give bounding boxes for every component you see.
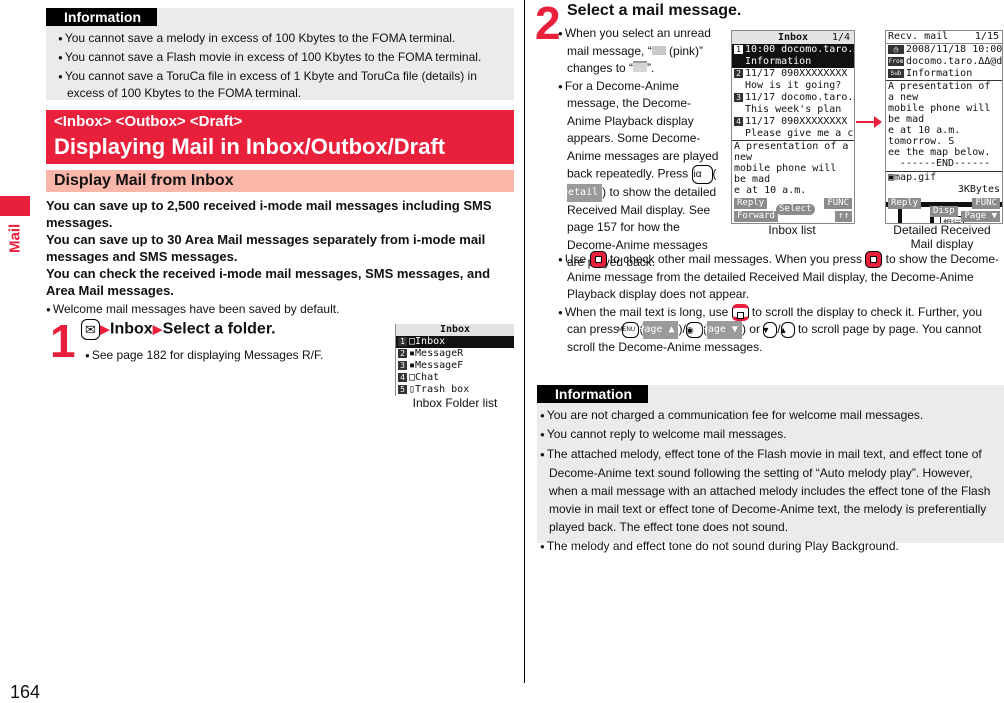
intro-note: Welcome mail messages have been saved by… [46, 301, 516, 318]
left-right-nav-key-icon [589, 251, 607, 269]
menu-key-icon: MENU [618, 321, 640, 338]
left-right-nav-key-icon [865, 251, 883, 269]
subsection-title: Display Mail from Inbox [46, 170, 514, 192]
status-icons: ↑↑ [835, 211, 852, 222]
page-down-softkey[interactable]: Page ▼ [961, 211, 1000, 222]
func-softkey[interactable]: FUNC [972, 198, 1000, 209]
forward-softkey[interactable]: Forward [734, 211, 778, 222]
arrow-icon: ▶ [152, 321, 163, 337]
info-item: You are not charged a communication fee … [537, 407, 1004, 424]
softkey-bar: Reply Forward Select FUNC ↑↑ [732, 197, 854, 223]
step-2-bullets-narrow: When you select an unread mail message, … [546, 25, 722, 272]
unread-mail-pink-icon [651, 45, 666, 55]
section-header-banner: <Inbox> <Outbox> <Draft> Displaying Mail… [46, 110, 514, 164]
intro-text: You can save up to 2,500 received i-mode… [46, 197, 516, 318]
step-1-part1: Inbox [110, 320, 153, 338]
page-up-softkey: Page ▲ [638, 321, 679, 339]
bottom-information-box: Information You are not charged a commun… [537, 385, 1004, 553]
mail-list-item[interactable]: 1 10:00 docomo.taro.ΔΔ Information [732, 44, 854, 68]
chapter-tab-label: Mail [6, 223, 24, 253]
folder-item[interactable]: 1 □Inbox [396, 336, 514, 348]
column-divider [524, 0, 525, 683]
intro-line: You can check the received i-mode mail m… [46, 266, 491, 298]
arrow-icon: ▶ [100, 321, 110, 337]
mail-list-item[interactable]: 4 11/17 090XXXXXXXX Please give me a cal [732, 116, 854, 141]
read-mail-icon [633, 61, 648, 72]
page-down-softkey: Page ▼ [702, 321, 742, 339]
step-2-bullet: When the mail text is long, use to scrol… [546, 303, 1004, 357]
up-down-nav-key-icon [731, 303, 749, 321]
attachment-size: 3KBytes [957, 184, 1000, 195]
top-information-box: Information You cannot save a melody in … [46, 8, 514, 100]
select-softkey[interactable]: Select [776, 204, 815, 215]
step-2-bullet: For a Decome-Anime message, the Decome-A… [546, 78, 722, 272]
subject-row: Sub Information [886, 68, 1002, 81]
reply-softkey[interactable]: Reply [888, 198, 922, 209]
info-item: The attached melody, effect tone of the … [537, 445, 1004, 536]
step-1-instruction: ✉ ▶Inbox▶Select a folder. [81, 319, 276, 340]
step-2-title: Select a mail message. [567, 2, 742, 19]
step-1-note: See page 182 for displaying Messages R/F… [73, 347, 323, 364]
detailed-mail-caption: Detailed Received Mail display [893, 223, 991, 251]
intro-line: You can save up to 30 Area Mail messages… [46, 232, 486, 264]
detailed-received-mail-screen: Recv. mail 1/15 ◷ 2008/11/18 10:00 From doc… [885, 30, 1003, 224]
clock-icon: ◷ [888, 44, 904, 54]
intro-line: You can save up to 2,500 received i-mode… [46, 198, 492, 230]
section-subtitle: <Inbox> <Outbox> <Draft> [54, 113, 243, 130]
inbox-folder-list-caption: Inbox Folder list [412, 396, 498, 410]
step-2-bullet: When you select an unread mail message, … [546, 25, 722, 78]
folder-item[interactable]: 3 ▪MessageF [396, 360, 514, 372]
disp-softkey[interactable]: Disp [930, 206, 958, 217]
mail-list-item[interactable]: 3 11/17 docomo.taro.ΔΔ This week's plan [732, 92, 854, 116]
inbox-list-screen: Inbox 1/4 1 10:00 docomo.taro.ΔΔ Informati… [731, 30, 855, 224]
mail-body: A presentation of a new mobile phone wil… [886, 81, 1002, 172]
func-softkey[interactable]: FUNC [824, 198, 852, 209]
i-alpha-key-icon: iα [691, 165, 713, 184]
inbox-folder-list-screen: Inbox 1 □Inbox 2 ▪MessageR 3 ▪MessageF 4 □Ch… [395, 324, 514, 396]
screen-title-bar: Inbox 1/4 [732, 31, 854, 44]
page-number: 164 [10, 682, 41, 702]
folder-item[interactable]: 5 ▯Trash box [396, 384, 514, 396]
information-tag: Information [537, 385, 648, 403]
section-title: Displaying Mail in Inbox/Outbox/Draft [54, 134, 446, 159]
info-item: You cannot save a Flash movie in excess … [46, 49, 514, 66]
mail-list-item[interactable]: 2 11/17 090XXXXXXXX How is it going? [732, 68, 854, 92]
info-item: You cannot reply to welcome mail message… [537, 426, 1004, 443]
folder-item[interactable]: 2 ▪MessageR [396, 348, 514, 360]
down-key-icon: ▼ [761, 321, 778, 338]
info-item: The melody and effect tone do not sound … [537, 538, 1004, 555]
folder-item[interactable]: 4 □Chat [396, 372, 514, 384]
step-2-bullets-wide: Use to check other mail messages. When y… [546, 251, 1004, 356]
step-1-number: 1 [50, 315, 76, 367]
date-row: ◷ 2008/11/18 10:00 [886, 44, 1002, 56]
camera-key-icon: ◉ [685, 321, 703, 338]
inbox-list-caption: Inbox list [768, 223, 816, 237]
info-item: You cannot save a melody in excess of 10… [46, 30, 514, 47]
screen-title-bar: Recv. mail 1/15 [886, 31, 1002, 44]
information-tag: Information [46, 8, 157, 26]
detail-softkey: Detail [562, 184, 603, 202]
softkey-bar: Reply Disp FUNC Page ▼ [886, 197, 1002, 223]
step-2-bullet: Use to check other mail messages. When y… [546, 251, 1004, 304]
reply-softkey[interactable]: Reply [734, 198, 768, 209]
screen-title: Inbox [396, 324, 514, 336]
attachment-row[interactable]: ▣map.gif [886, 172, 1002, 184]
step-1-part2: Select a folder. [162, 320, 276, 338]
up-key-icon: ▲ [779, 321, 795, 338]
from-row: Fromdocomo.taro.ΔΔ@docom [888, 56, 1003, 67]
arrow-head-icon [874, 116, 882, 128]
info-item: You cannot save a ToruCa file in excess … [46, 68, 514, 102]
mail-key-icon: ✉ [81, 319, 100, 340]
